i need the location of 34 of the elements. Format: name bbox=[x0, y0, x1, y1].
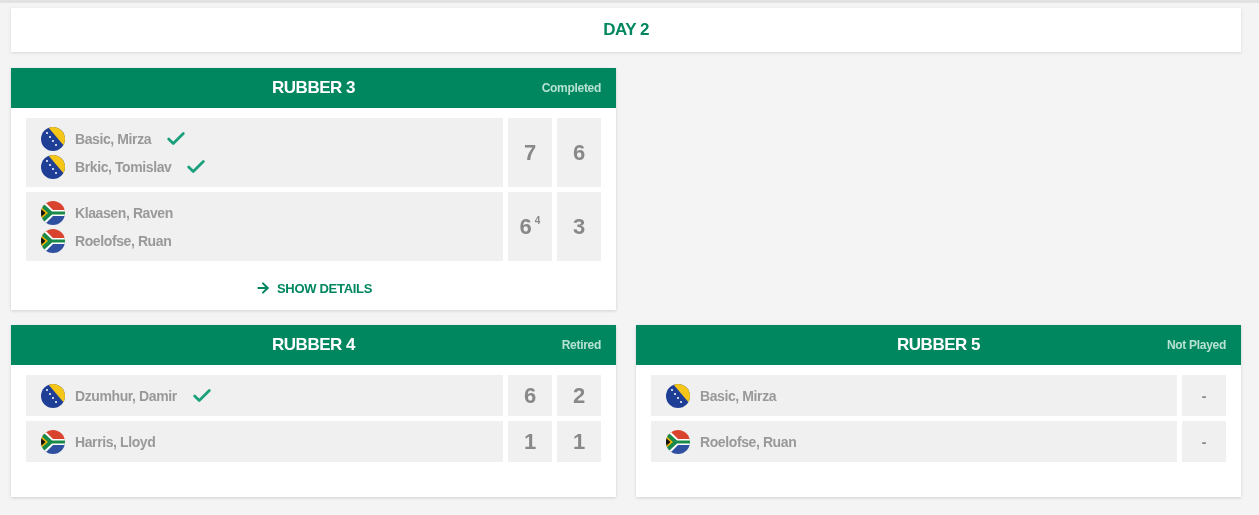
flag-icon bbox=[666, 429, 690, 454]
player-name: Basic, Mirza bbox=[75, 130, 152, 147]
player-name: Roelofse, Ruan bbox=[700, 433, 797, 450]
score-cell: 3 bbox=[557, 192, 601, 261]
score-cell: 6 bbox=[508, 375, 552, 416]
player-name: Klaasen, Raven bbox=[75, 204, 173, 221]
rubber-status: Retired bbox=[561, 338, 601, 352]
rubber-status: Not Played bbox=[1166, 338, 1226, 352]
player-name: Harris, Lloyd bbox=[75, 433, 156, 450]
score-cell: 6 bbox=[557, 118, 601, 187]
flag-icon bbox=[41, 200, 65, 225]
score-cell: - bbox=[1182, 421, 1226, 462]
show-details-link[interactable]: SHOW DETAILS bbox=[254, 280, 373, 296]
player-name: Roelofse, Ruan bbox=[75, 232, 172, 249]
rubber-status: Completed bbox=[541, 81, 601, 95]
flag-icon bbox=[41, 429, 65, 454]
flag-icon bbox=[41, 126, 65, 151]
flag-icon bbox=[41, 154, 65, 179]
rubber-title: RUBBER 5 bbox=[897, 335, 980, 355]
score-cell: 1 bbox=[557, 421, 601, 462]
score-cell: 7 bbox=[508, 118, 552, 187]
rubber-title: RUBBER 4 bbox=[272, 335, 355, 355]
day-title: DAY 2 bbox=[603, 20, 649, 40]
score-cell: 6$^{4}$ bbox=[508, 192, 552, 261]
player-name: Dzumhur, Damir bbox=[75, 387, 177, 404]
flag-icon bbox=[41, 228, 65, 253]
player-name: Basic, Mirza bbox=[700, 387, 777, 404]
flag-icon bbox=[666, 383, 690, 408]
score-cell: - bbox=[1182, 375, 1226, 416]
score-cell: 1 bbox=[508, 421, 552, 462]
flag-icon bbox=[41, 383, 65, 408]
score-cell: 2 bbox=[557, 375, 601, 416]
rubber-title: RUBBER 3 bbox=[272, 78, 355, 98]
player-name: Brkic, Tomislav bbox=[75, 158, 172, 175]
